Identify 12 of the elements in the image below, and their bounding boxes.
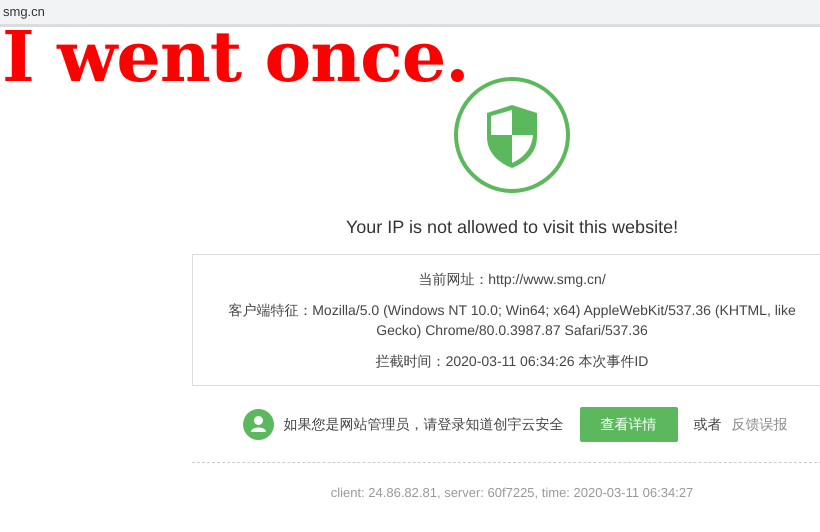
tab-title[interactable]: smg.cn (0, 0, 45, 19)
caption-text: I went once. (2, 28, 469, 86)
footer-info: client: 24.86.82.81, server: 60f7225, time: 2020-03-11 06:34:27 (330, 485, 694, 500)
info-line: 拦截时间：2020-03-11 06:34:26 本次事件ID (374, 352, 650, 371)
info-line: 客户端特征：Mozilla/5.0 (Windows NT 10.0; Win64; x64) AppleWebKit/537.36 (KHTML, like Gecko) Chrome/80.0.3987.87 Safari/537.36 (227, 301, 797, 340)
report-link[interactable]: 反馈误报 (732, 416, 788, 434)
admin-notice: 如果您是网站管理员，请登录知道创宇云安全 (284, 416, 564, 434)
user-icon (242, 409, 274, 440)
info-line: 当前网址：http://www.smg.cn/ (417, 270, 607, 289)
or-text: 或者 (694, 416, 722, 434)
details-button[interactable]: 查看详情 (580, 407, 678, 442)
error-heading: Your IP is not allowed to visit this website! (344, 217, 680, 238)
